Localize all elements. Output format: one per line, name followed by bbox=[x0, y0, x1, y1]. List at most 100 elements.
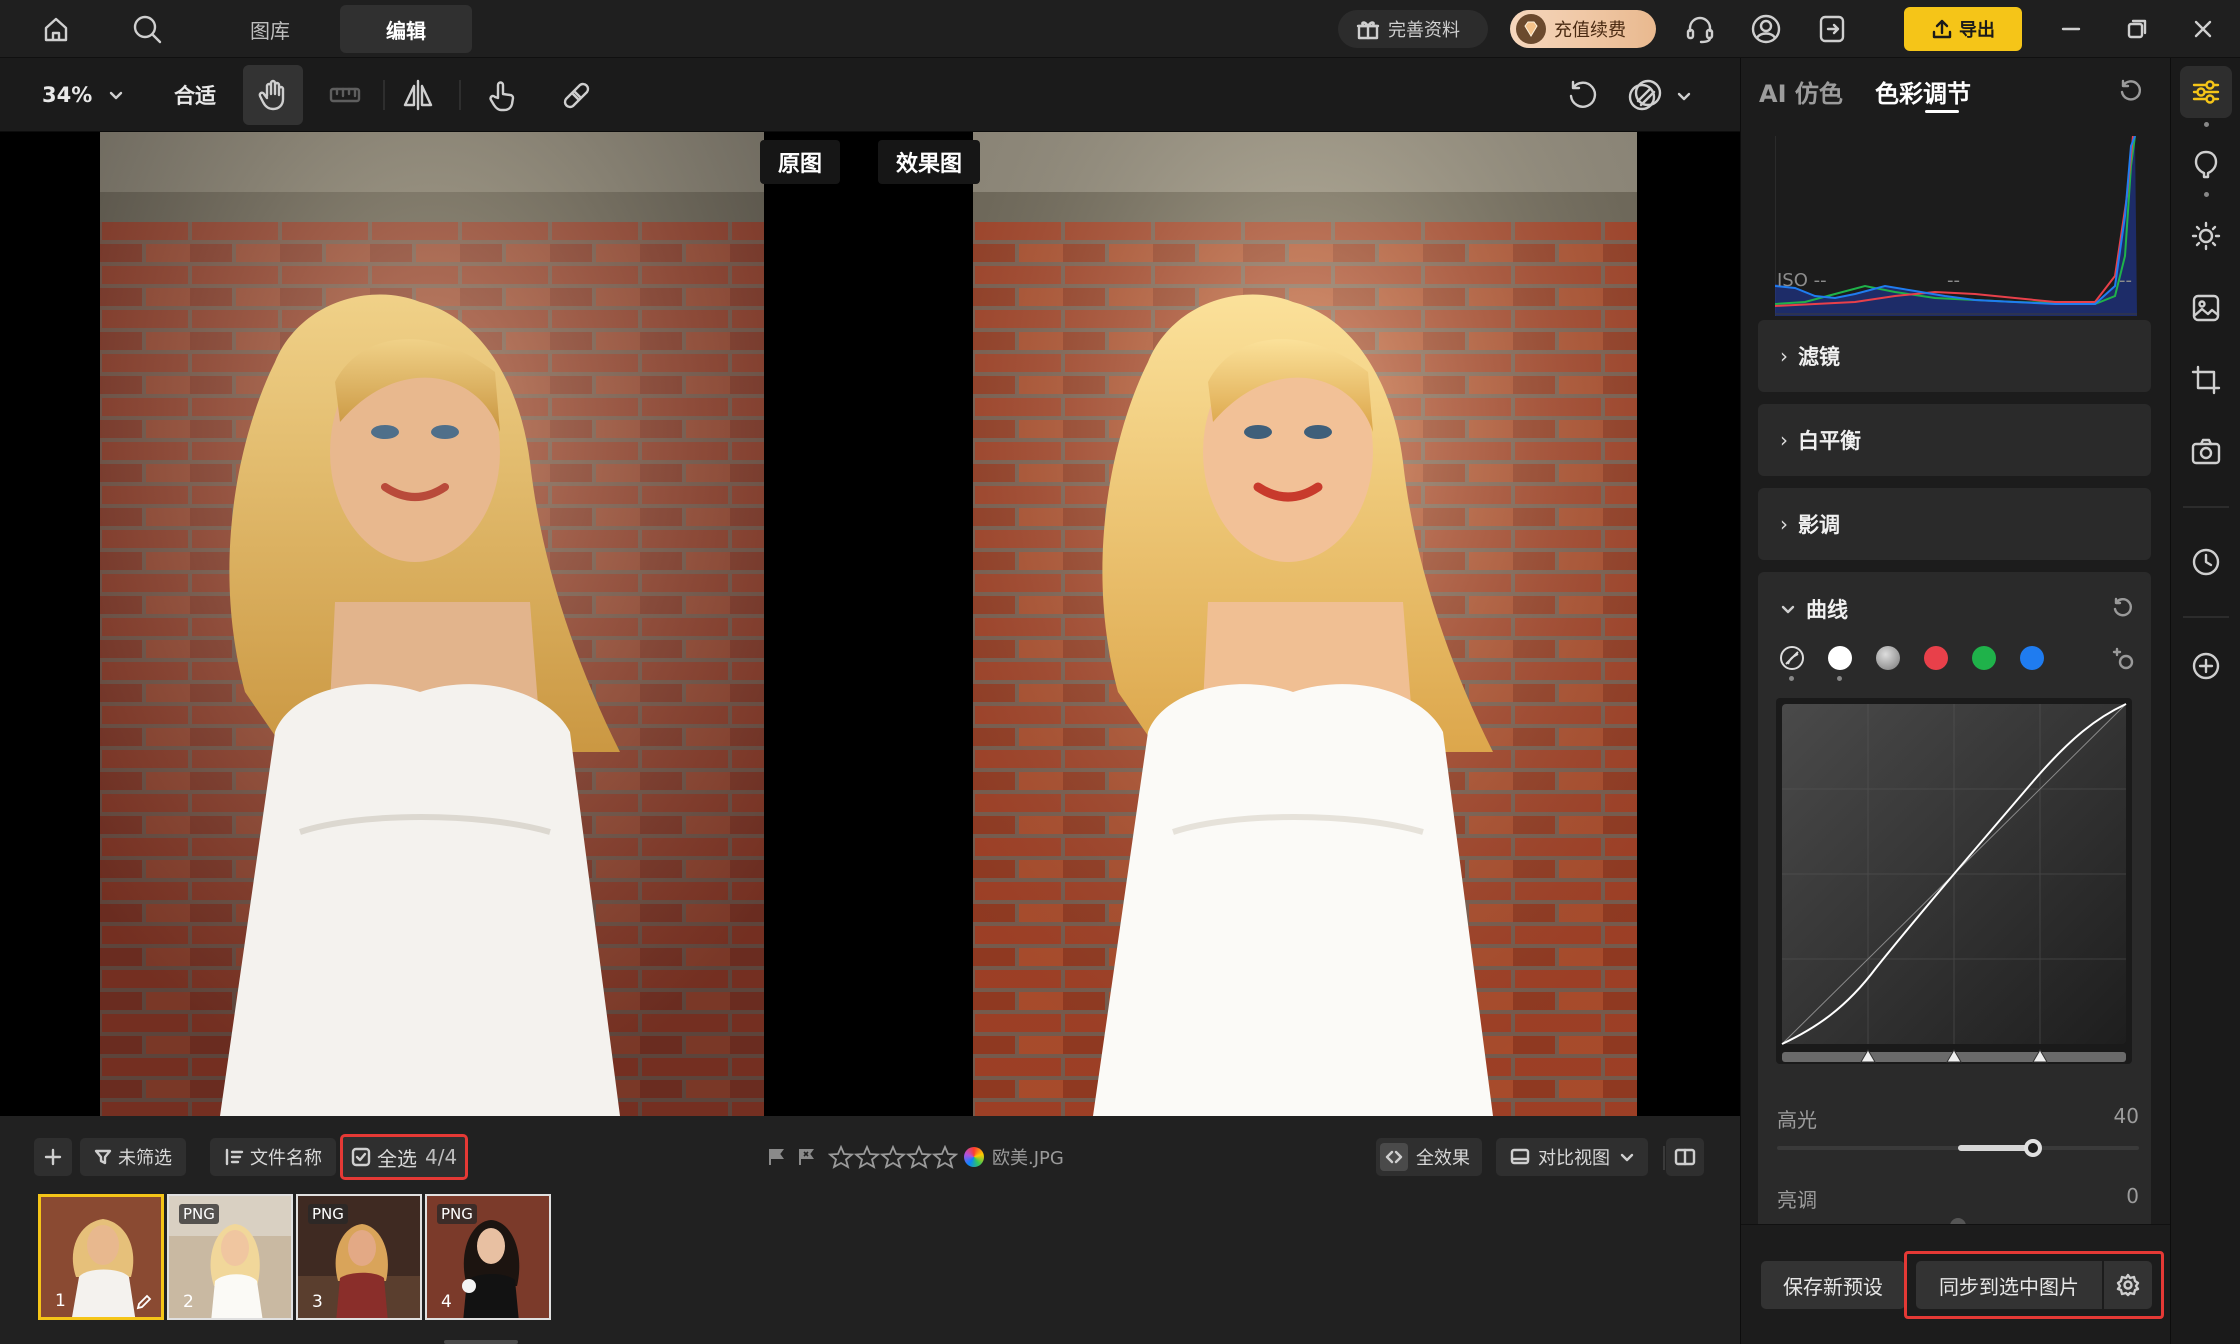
thumbnail-number: 2 bbox=[183, 1292, 194, 1312]
section-white-balance[interactable]: › 白平衡 bbox=[1758, 404, 2151, 476]
sort-label: 文件名称 bbox=[250, 1148, 322, 1169]
diamond-icon bbox=[1516, 14, 1546, 44]
zoom-dropdown[interactable]: 34% bbox=[42, 78, 124, 112]
split-view-button[interactable] bbox=[1666, 1138, 1704, 1176]
upload-icon bbox=[1931, 18, 1953, 40]
user-avatar-icon[interactable] bbox=[1737, 0, 1795, 58]
recharge-button[interactable]: 充值续费 bbox=[1510, 10, 1656, 48]
reset-all-icon[interactable] bbox=[2117, 78, 2143, 104]
overlay-mode-dropdown[interactable] bbox=[1626, 74, 1692, 118]
filter-button[interactable]: 未筛选 bbox=[80, 1138, 186, 1176]
flip-mirror-icon[interactable] bbox=[388, 65, 448, 125]
star-1-icon[interactable] bbox=[828, 1145, 854, 1169]
bandage-heal-icon[interactable] bbox=[546, 65, 606, 125]
brightness-sun-icon[interactable] bbox=[2180, 210, 2232, 262]
image-canvas[interactable]: 原图 效果图 bbox=[0, 132, 1740, 1116]
export-button[interactable]: 导出 bbox=[1904, 7, 2022, 51]
effect-photo bbox=[973, 132, 1637, 1116]
tool-rail bbox=[2170, 58, 2240, 1344]
close-icon[interactable] bbox=[2174, 0, 2232, 58]
slider-brights-value: 0 bbox=[2126, 1184, 2139, 1208]
thumbnail-number: 4 bbox=[441, 1292, 452, 1312]
complete-profile-button[interactable]: 完善资料 bbox=[1338, 10, 1488, 48]
undo-reset-icon[interactable] bbox=[1552, 65, 1612, 125]
add-circle-icon[interactable] bbox=[2180, 640, 2232, 692]
curve-channel-luma[interactable] bbox=[1876, 646, 1900, 670]
edit-toolbar: 34% 合适 bbox=[0, 58, 1740, 132]
thumbnail-3[interactable]: PNG 3 bbox=[296, 1194, 422, 1320]
curve-channel-disable-icon[interactable] bbox=[1780, 646, 1804, 670]
tab-color-adjust[interactable]: 色彩调节 bbox=[1875, 74, 1971, 109]
sync-selected-button[interactable]: 同步到选中图片 bbox=[1916, 1261, 2102, 1309]
curve-reset-icon[interactable] bbox=[2110, 596, 2134, 620]
tab-ai-color[interactable]: AI 仿色 bbox=[1759, 74, 1843, 109]
adjust-panel: AI 仿色 色彩调节 ISO -- -- -- › 滤镜 › 白平衡 › 影调 … bbox=[1740, 58, 2171, 1344]
active-indicator bbox=[1789, 676, 1794, 681]
slider-highlight-thumb[interactable] bbox=[2024, 1139, 2042, 1157]
png-badge: PNG bbox=[308, 1204, 348, 1224]
curve-channel-blue[interactable] bbox=[2020, 646, 2044, 670]
slider-highlight-fill bbox=[1958, 1145, 2032, 1151]
section-tone[interactable]: › 影调 bbox=[1758, 488, 2151, 560]
curve-header[interactable]: 曲线 bbox=[1780, 594, 1848, 624]
thumbnail-2[interactable]: PNG 2 bbox=[167, 1194, 293, 1320]
tab-library[interactable]: 图库 bbox=[215, 5, 325, 53]
star-4-icon[interactable] bbox=[906, 1145, 932, 1169]
support-headset-icon[interactable] bbox=[1671, 0, 1729, 58]
compare-layout-icon bbox=[1510, 1147, 1530, 1167]
filter-label: 未筛选 bbox=[118, 1148, 172, 1169]
chevron-right-icon: › bbox=[1780, 344, 1788, 368]
crop-icon[interactable] bbox=[2180, 354, 2232, 406]
home-icon[interactable] bbox=[27, 0, 85, 58]
toolbar-divider bbox=[383, 80, 385, 110]
restore-window-icon[interactable] bbox=[2108, 0, 2166, 58]
search-icon[interactable] bbox=[118, 0, 176, 58]
slider-highlight-label: 高光 bbox=[1777, 1108, 1817, 1132]
star-2-icon[interactable] bbox=[854, 1145, 880, 1169]
star-3-icon[interactable] bbox=[880, 1145, 906, 1169]
hand-pan-icon[interactable] bbox=[243, 65, 303, 125]
gear-icon bbox=[2116, 1273, 2140, 1297]
top-bar: 图库 编辑 完善资料 充值续费 导出 bbox=[0, 0, 2240, 58]
thumbnail-number: 3 bbox=[312, 1292, 323, 1312]
portrait-beauty-icon[interactable] bbox=[2180, 138, 2232, 190]
section-filter[interactable]: › 滤镜 bbox=[1758, 320, 2151, 392]
thumbnail-1[interactable]: 1 bbox=[38, 1194, 164, 1320]
add-image-button[interactable] bbox=[34, 1138, 72, 1176]
compare-view-dropdown[interactable]: 对比视图 bbox=[1496, 1138, 1648, 1176]
zoom-value: 34% bbox=[42, 83, 93, 107]
adjust-sliders-icon[interactable] bbox=[2180, 66, 2232, 118]
sync-settings-button[interactable] bbox=[2104, 1261, 2152, 1309]
color-label-icon[interactable] bbox=[964, 1147, 984, 1167]
curve-channel-green[interactable] bbox=[1972, 646, 1996, 670]
curve-channel-red[interactable] bbox=[1924, 646, 1948, 670]
star-5-icon[interactable] bbox=[932, 1145, 958, 1169]
touch-select-icon[interactable] bbox=[472, 65, 532, 125]
curve-graph[interactable] bbox=[1776, 698, 2132, 1064]
minimize-icon[interactable] bbox=[2042, 0, 2100, 58]
filmstrip-scrollbar[interactable] bbox=[444, 1340, 518, 1344]
curve-eyedropper-icon[interactable] bbox=[2110, 646, 2136, 672]
current-filename: 欧美.JPG bbox=[992, 1148, 1064, 1169]
checkbox-icon bbox=[351, 1147, 371, 1167]
all-effects-button[interactable]: 全效果 bbox=[1376, 1138, 1482, 1176]
fit-button[interactable]: 合适 bbox=[174, 78, 216, 112]
save-preset-button[interactable]: 保存新预设 bbox=[1761, 1261, 1905, 1309]
curve-channel-rgb[interactable] bbox=[1828, 646, 1852, 670]
sort-button[interactable]: 文件名称 bbox=[210, 1138, 336, 1176]
logout-icon[interactable] bbox=[1803, 0, 1861, 58]
code-brackets-icon bbox=[1380, 1143, 1408, 1171]
tab-edit[interactable]: 编辑 bbox=[340, 5, 472, 53]
history-clock-icon[interactable] bbox=[2180, 536, 2232, 588]
camera-icon[interactable] bbox=[2180, 426, 2232, 478]
slider-brights-label: 亮调 bbox=[1777, 1188, 1817, 1212]
image-retouch-icon[interactable] bbox=[2180, 282, 2232, 334]
select-all-button[interactable]: 全选 4/4 bbox=[340, 1134, 469, 1180]
compare-view-label: 对比视图 bbox=[1538, 1148, 1610, 1169]
chevron-down-icon bbox=[108, 87, 124, 103]
flag-pick-icon[interactable] bbox=[766, 1147, 786, 1167]
flag-reject-icon[interactable] bbox=[796, 1147, 816, 1167]
all-effects-label: 全效果 bbox=[1416, 1148, 1470, 1169]
thumbnail-4[interactable]: PNG 4 bbox=[425, 1194, 551, 1320]
png-badge: PNG bbox=[437, 1204, 477, 1224]
